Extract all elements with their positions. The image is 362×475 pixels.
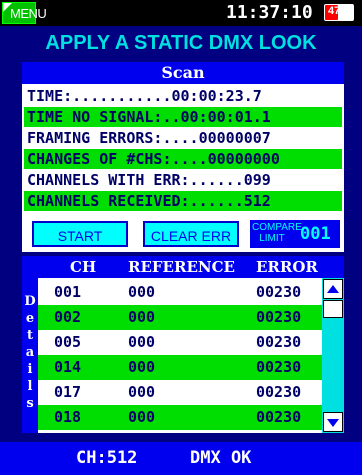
table-row[interactable]: 017 000 00230 [38, 380, 322, 405]
details-side-letter: l [27, 379, 33, 394]
clock: 11:37:10 [226, 2, 313, 23]
cell-reference: 000 [128, 408, 156, 426]
cell-ch: 001 [54, 283, 82, 301]
scroll-thumb[interactable] [323, 300, 343, 318]
menu-label: MENU [10, 6, 47, 21]
cell-reference: 000 [128, 283, 156, 301]
compare-limit-value: 001 [300, 224, 331, 244]
footer-dmx-status: DMX OK [190, 448, 252, 468]
cell-reference: 000 [128, 383, 156, 401]
scan-row-channels-received: CHANNELS RECEIVED:......512 [24, 191, 342, 211]
start-button[interactable]: START [32, 221, 128, 247]
cell-error: 00230 [256, 333, 302, 351]
cell-error: 00230 [256, 408, 302, 426]
menu-button[interactable]: MENU [2, 2, 47, 24]
cell-reference: 000 [128, 333, 156, 351]
table-row[interactable]: 018 000 00230 [38, 405, 322, 430]
details-side-label: Details [22, 278, 38, 433]
compare-limit-field[interactable]: COMPARE LIMIT 001 [250, 220, 340, 248]
details-table: CH REFERENCE ERROR Details 001 000 00230 00… [22, 256, 344, 433]
details-side-letter: e [25, 311, 35, 326]
scan-row-changes: CHANGES OF #CHS:....00000000 [24, 149, 342, 169]
footer-channel: CH:512 [76, 448, 138, 468]
cell-reference: 000 [128, 358, 156, 376]
table-row[interactable]: 014 000 00230 [38, 355, 322, 380]
scroll-up-icon[interactable] [323, 279, 343, 299]
details-header: CH REFERENCE ERROR [22, 256, 344, 278]
cell-ch: 014 [54, 358, 82, 376]
cell-ch: 005 [54, 333, 82, 351]
battery-label: 47% [327, 5, 351, 17]
page-title: APPLY A STATIC DMX LOOK [45, 32, 317, 54]
scan-header: Scan [22, 62, 344, 84]
clear-err-button[interactable]: CLEAR ERR [143, 221, 239, 247]
details-side-letter: s [26, 396, 34, 411]
table-row[interactable]: 002 000 00230 [38, 305, 322, 330]
details-scrollbar[interactable] [322, 278, 344, 433]
cell-error: 00230 [256, 383, 302, 401]
col-header-reference: REFERENCE [128, 258, 235, 276]
battery-icon: 47% [324, 4, 354, 21]
scan-row-time-no-signal: TIME NO SIGNAL:..00:00:01.1 [24, 107, 342, 127]
cell-reference: 000 [128, 308, 156, 326]
scroll-down-icon[interactable] [323, 412, 343, 432]
details-side-letter: D [24, 294, 36, 309]
cell-ch: 002 [54, 308, 82, 326]
cell-ch: 017 [54, 383, 82, 401]
scan-panel: Scan TIME:...........00:00:23.7 TIME NO … [22, 62, 344, 252]
compare-limit-label: COMPARE LIMIT [252, 222, 302, 244]
col-header-error: ERROR [256, 258, 318, 276]
dmx-tester-screen: MENU 11:37:10 47% APPLY A STATIC DMX LOO… [0, 0, 362, 475]
table-row[interactable]: 001 000 00230 [38, 280, 322, 305]
cell-ch: 018 [54, 408, 82, 426]
table-row[interactable]: 005 000 00230 [38, 330, 322, 355]
cell-error: 00230 [256, 283, 302, 301]
scan-row-channels-with-err: CHANNELS WITH ERR:......099 [24, 170, 342, 190]
col-header-ch: CH [70, 258, 97, 276]
details-side-letter: i [27, 362, 33, 377]
cell-error: 00230 [256, 308, 302, 326]
scan-row-framing-errors: FRAMING ERRORS:....00000007 [24, 128, 342, 148]
scan-row-time: TIME:...........00:00:23.7 [24, 86, 342, 106]
details-side-letter: t [26, 328, 33, 343]
status-bar: MENU 11:37:10 47% [0, 0, 362, 26]
footer-status: CH:512 DMX OK [0, 442, 362, 475]
details-side-letter: a [25, 345, 35, 360]
cell-error: 00230 [256, 358, 302, 376]
